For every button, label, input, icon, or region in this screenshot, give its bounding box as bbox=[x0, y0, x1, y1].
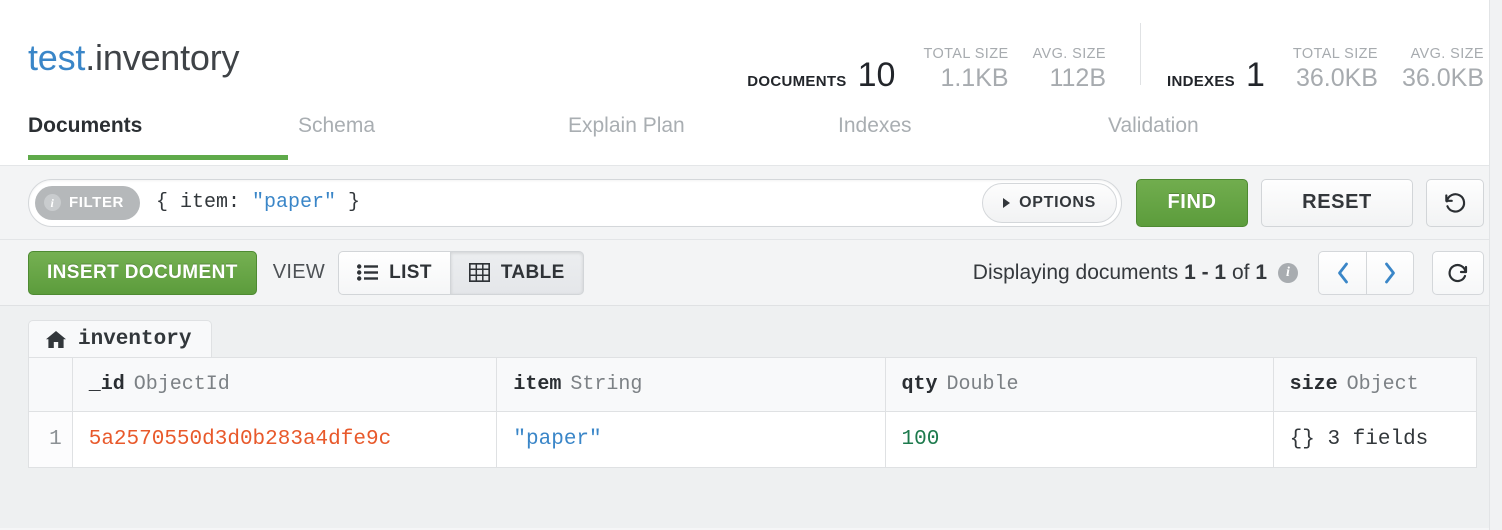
indexes-value: 1 bbox=[1246, 57, 1265, 93]
column-header-item[interactable]: item String bbox=[497, 358, 885, 412]
cell-item[interactable]: "paper" bbox=[497, 412, 885, 468]
indexes-label: INDEXES bbox=[1167, 73, 1235, 90]
tab-documents[interactable]: Documents bbox=[28, 108, 298, 160]
pagination bbox=[1318, 251, 1414, 295]
cell-id[interactable]: 5a2570550d3d0b283a4dfe9c bbox=[73, 412, 498, 468]
query-history-button[interactable] bbox=[1426, 179, 1484, 227]
table-icon bbox=[469, 263, 490, 282]
breadcrumb-label: inventory bbox=[78, 328, 191, 351]
view-table-button[interactable]: TABLE bbox=[450, 251, 584, 295]
chevron-left-icon bbox=[1336, 262, 1350, 284]
documents-count-status: Displaying documents 1 - 1 of 1 i bbox=[973, 261, 1298, 285]
indexes-total-size: TOTAL SIZE 36.0KB bbox=[1293, 45, 1378, 93]
column-name-qty: qty bbox=[902, 373, 938, 396]
documents-label: DOCUMENTS bbox=[747, 73, 846, 90]
documents-table-area: inventory _id ObjectId item String qty Doub… bbox=[0, 306, 1502, 528]
documents-count: DOCUMENTS 10 bbox=[747, 57, 899, 93]
documents-total-size-label: TOTAL SIZE bbox=[923, 45, 1008, 63]
documents-avg-size-value: 112B bbox=[1049, 63, 1106, 93]
tab-indexes[interactable]: Indexes bbox=[838, 108, 1108, 160]
indexes-total-size-label: TOTAL SIZE bbox=[1293, 45, 1378, 63]
column-header-size[interactable]: size Object bbox=[1274, 358, 1477, 412]
displaying-of: of bbox=[1232, 261, 1250, 285]
view-list-label: LIST bbox=[389, 262, 432, 284]
mongodb-compass-window: test.inventory DOCUMENTS 10 TOTAL SIZE 1… bbox=[0, 0, 1502, 530]
stats-divider bbox=[1140, 23, 1141, 85]
next-page-button[interactable] bbox=[1366, 251, 1414, 295]
displaying-total: 1 bbox=[1255, 261, 1267, 285]
refresh-icon bbox=[1446, 261, 1470, 285]
info-icon: i bbox=[1278, 263, 1298, 283]
view-label: VIEW bbox=[273, 261, 325, 284]
table-row[interactable]: 1 5a2570550d3d0b283a4dfe9c "paper" 100 {… bbox=[29, 412, 1477, 468]
filter-pill[interactable]: i FILTER bbox=[35, 186, 140, 220]
home-icon bbox=[45, 330, 67, 349]
indexes-avg-size-label: AVG. SIZE bbox=[1411, 45, 1484, 63]
row-number: 1 bbox=[29, 412, 73, 468]
indexes-total-size-value: 36.0KB bbox=[1296, 63, 1378, 93]
view-list-button[interactable]: LIST bbox=[338, 251, 450, 295]
vertical-scrollbar[interactable] bbox=[1489, 0, 1502, 530]
displaying-prefix: Displaying documents bbox=[973, 261, 1178, 285]
column-name-size: size bbox=[1290, 373, 1338, 396]
documents-avg-size-label: AVG. SIZE bbox=[1033, 45, 1106, 63]
documents-grid: _id ObjectId item String qty Double size Obj… bbox=[28, 357, 1477, 468]
column-type-item: String bbox=[570, 373, 642, 396]
collection-name: .inventory bbox=[85, 37, 239, 78]
filter-prefix: { item: bbox=[156, 191, 252, 214]
indexes-stats: INDEXES 1 TOTAL SIZE 36.0KB AVG. SIZE 36… bbox=[1167, 15, 1484, 93]
tab-explain-plan[interactable]: Explain Plan bbox=[568, 108, 838, 160]
documents-total-size-value: 1.1KB bbox=[940, 63, 1008, 93]
documents-value: 10 bbox=[858, 57, 896, 93]
collection-header: test.inventory DOCUMENTS 10 TOTAL SIZE 1… bbox=[0, 0, 1502, 108]
filter-suffix: } bbox=[336, 191, 360, 214]
table-header-row: _id ObjectId item String qty Double size Obj… bbox=[29, 358, 1477, 412]
query-bar: i FILTER { item: "paper" } OPTIONS FIND … bbox=[0, 166, 1502, 240]
view-table-label: TABLE bbox=[501, 262, 565, 284]
chevron-right-icon bbox=[1383, 262, 1397, 284]
column-type-size: Object bbox=[1347, 373, 1419, 396]
refresh-documents-button[interactable] bbox=[1432, 251, 1484, 295]
documents-total-size: TOTAL SIZE 1.1KB bbox=[923, 45, 1008, 93]
find-button[interactable]: FIND bbox=[1136, 179, 1248, 227]
column-name-item: item bbox=[513, 373, 561, 396]
indexes-avg-size: AVG. SIZE 36.0KB bbox=[1402, 45, 1484, 93]
caret-right-icon bbox=[1003, 198, 1010, 208]
prev-page-button[interactable] bbox=[1318, 251, 1366, 295]
options-label: OPTIONS bbox=[1019, 194, 1096, 212]
column-name-id: _id bbox=[89, 373, 125, 396]
displaying-range: 1 - 1 bbox=[1184, 261, 1226, 285]
insert-document-button[interactable]: INSERT DOCUMENT bbox=[28, 251, 257, 295]
breadcrumb: inventory bbox=[28, 320, 1502, 357]
tab-schema[interactable]: Schema bbox=[298, 108, 568, 160]
indexes-count: INDEXES 1 bbox=[1167, 57, 1269, 93]
view-toggle: LIST TABLE bbox=[338, 251, 584, 295]
breadcrumb-item-inventory[interactable]: inventory bbox=[28, 320, 212, 357]
column-type-qty: Double bbox=[947, 373, 1019, 396]
indexes-avg-size-value: 36.0KB bbox=[1402, 63, 1484, 93]
filter-shell: i FILTER { item: "paper" } OPTIONS bbox=[28, 179, 1122, 227]
filter-pill-label: FILTER bbox=[69, 194, 124, 211]
info-icon: i bbox=[44, 194, 61, 211]
column-type-id: ObjectId bbox=[134, 373, 230, 396]
list-icon bbox=[357, 264, 378, 281]
documents-stats: DOCUMENTS 10 TOTAL SIZE 1.1KB AVG. SIZE … bbox=[747, 15, 1106, 93]
cell-size[interactable]: {} 3 fields bbox=[1274, 412, 1477, 468]
filter-string-value: "paper" bbox=[252, 191, 336, 214]
column-header-id[interactable]: _id ObjectId bbox=[73, 358, 498, 412]
filter-input[interactable]: { item: "paper" } bbox=[140, 191, 982, 214]
page-title: test.inventory bbox=[28, 28, 239, 80]
documents-avg-size: AVG. SIZE 112B bbox=[1033, 45, 1106, 93]
documents-toolbar: INSERT DOCUMENT VIEW LIST bbox=[0, 240, 1502, 306]
row-number-header bbox=[29, 358, 73, 412]
collection-tabs: Documents Schema Explain Plan Indexes Va… bbox=[0, 108, 1502, 166]
cell-qty[interactable]: 100 bbox=[886, 412, 1274, 468]
options-button[interactable]: OPTIONS bbox=[982, 183, 1117, 223]
history-icon bbox=[1442, 190, 1468, 216]
column-header-qty[interactable]: qty Double bbox=[886, 358, 1274, 412]
tab-validation[interactable]: Validation bbox=[1108, 108, 1378, 160]
reset-button[interactable]: RESET bbox=[1261, 179, 1413, 227]
database-name: test bbox=[28, 37, 85, 78]
